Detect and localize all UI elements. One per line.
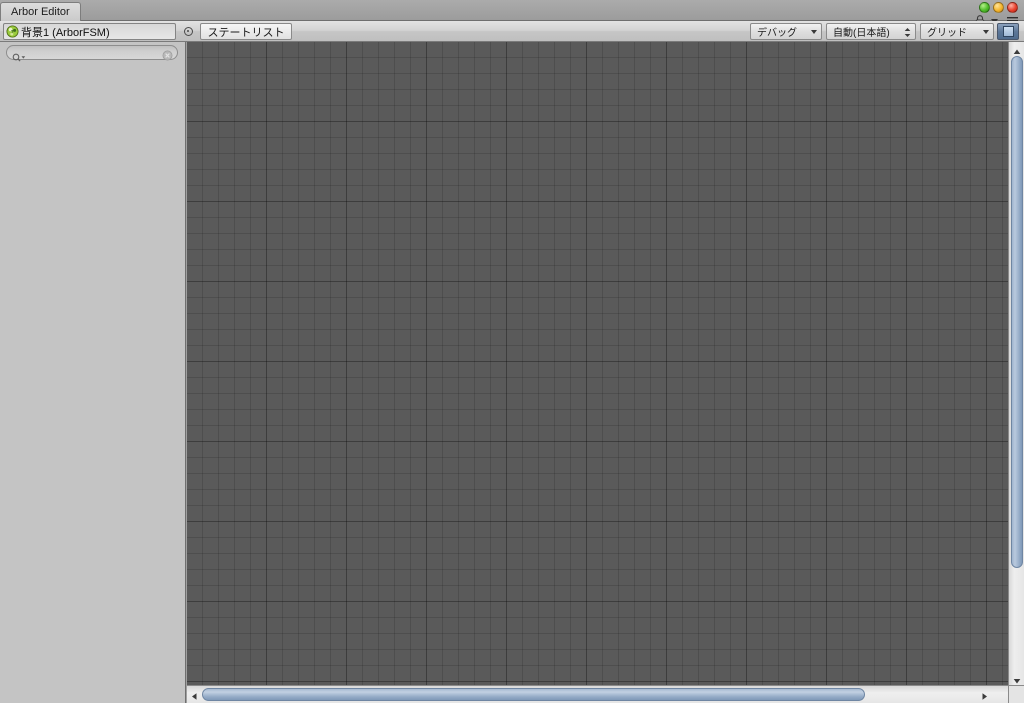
canvas-grid [187,42,1024,703]
chevron-down-icon [811,30,817,34]
search-field[interactable] [6,45,178,62]
fsm-object-field[interactable]: 背景1 (ArborFSM) [3,23,176,40]
close-button[interactable] [1007,2,1018,13]
tab-label: Arbor Editor [11,6,70,18]
search-input[interactable] [29,46,159,59]
grid-popup-label: グリッド [927,28,967,39]
triangle-down-icon[interactable] [1012,673,1022,684]
horizontal-scrollbar-thumb[interactable] [202,688,865,701]
language-popup-label: 自動(日本語) [833,28,890,39]
triangle-up-icon[interactable] [1012,44,1022,54]
tab-arbor-editor[interactable]: Arbor Editor [0,2,81,21]
tab-strip: Arbor Editor [0,0,81,21]
state-list-label: ステートリスト [207,26,285,39]
grid-popup[interactable]: グリッド [920,23,994,40]
up-down-arrows-icon [904,27,911,38]
state-list-button[interactable]: ステートリスト [200,23,292,40]
zoom-button[interactable] [979,2,990,13]
search-icon [12,49,26,62]
triangle-left-icon[interactable] [189,689,200,700]
arbor-fsm-icon [6,25,19,38]
window-controls [979,2,1018,13]
clear-circle-icon[interactable] [162,48,173,61]
scrollbar-corner [1008,685,1024,703]
fsm-object-name: 背景1 (ArborFSM) [21,26,110,39]
title-bar: Arbor Editor [0,0,1024,26]
fsm-graph-canvas[interactable] [187,42,1024,703]
triangle-right-icon[interactable] [979,689,990,700]
object-picker-icon[interactable] [181,24,196,39]
minimize-button[interactable] [993,2,1004,13]
debug-popup[interactable]: デバッグ [750,23,822,40]
grid-snap-icon [1002,26,1014,37]
grid-snap-toggle-button[interactable] [997,23,1019,40]
editor-toolbar: 背景1 (ArborFSM) ステートリスト デバッグ 自動(日本語) グリッド [0,21,1024,42]
state-list-panel [0,42,186,703]
horizontal-scrollbar[interactable] [187,685,1008,703]
vertical-scrollbar[interactable] [1008,42,1024,685]
arbor-editor-window: Arbor Editor 背景1 (ArborFSM) ステートリスト デバッグ… [0,0,1024,703]
language-popup[interactable]: 自動(日本語) [826,23,916,40]
chevron-down-icon [983,30,989,34]
debug-popup-label: デバッグ [757,28,797,39]
vertical-scrollbar-thumb[interactable] [1011,56,1023,568]
